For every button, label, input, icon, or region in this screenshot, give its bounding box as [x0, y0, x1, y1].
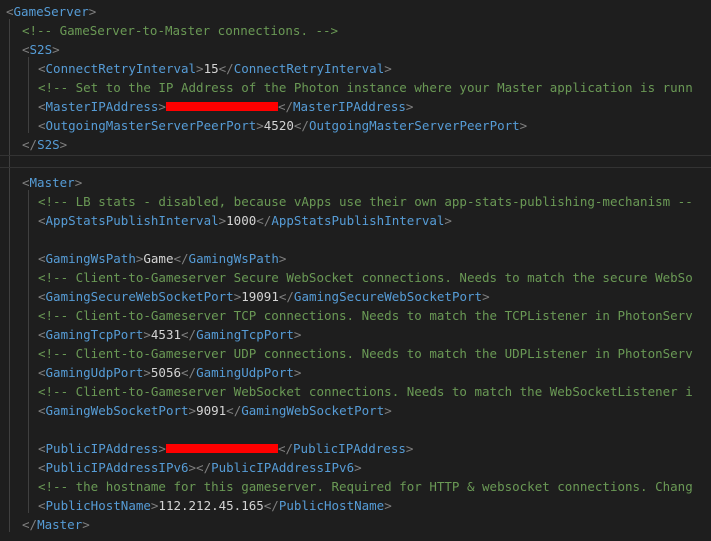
tag-name: ConnectRetryInterval — [233, 61, 385, 76]
element-value: 112.212.45.165 — [158, 498, 264, 513]
comment-text: <!-- the hostname for this gameserver. R… — [38, 479, 693, 494]
comment-text: <!-- Client-to-Gameserver TCP connection… — [38, 308, 693, 323]
code-line-s2s-comment: <!-- GameServer-to-Master connections. -… — [22, 21, 338, 40]
code-line-master-ip-comment: <!-- Set to the IP Address of the Photon… — [38, 78, 693, 97]
code-line-public-ip: <PublicIPAddress> </PublicIPAddress> — [38, 441, 414, 456]
indent-guide — [28, 57, 29, 133]
element-value: 15 — [203, 61, 219, 76]
tag-name: AppStatsPublishInterval — [271, 213, 445, 228]
line-separator — [0, 155, 711, 156]
element-value: 1000 — [226, 213, 257, 228]
line-separator — [0, 167, 711, 168]
element-value: 4520 — [263, 118, 294, 133]
code-line-ws-port: <GamingWebSocketPort>9091</GamingWebSock… — [38, 403, 392, 418]
tag-name: PublicIPAddress — [293, 441, 406, 456]
element-value: 4531 — [150, 327, 182, 342]
indent-guide — [9, 19, 10, 532]
tag-name: S2S — [29, 42, 53, 57]
code-line-master-open: <Master> — [22, 175, 83, 190]
element-value: 5056 — [150, 365, 182, 380]
tag-name: GamingUdpPort — [196, 365, 294, 380]
code-line-s2s-close: </S2S> — [22, 137, 68, 152]
code-line-s2s-open: <S2S> — [22, 42, 60, 57]
comment-text: <!-- Set to the IP Address of the Photon… — [38, 80, 693, 95]
code-line-gameserver-open: <GameServer> — [6, 4, 97, 19]
code-editor[interactable]: <GameServer> <!-- GameServer-to-Master c… — [0, 0, 711, 541]
tag-name: PublicHostName — [45, 498, 151, 513]
tag-name: ConnectRetryInterval — [45, 61, 197, 76]
tag-name: GamingTcpPort — [45, 327, 144, 342]
tag-name: Master — [37, 517, 83, 532]
tag-name: GamingSecureWebSocketPort — [293, 289, 483, 304]
code-line-ws-comment: <!-- Client-to-Gameserver WebSocket conn… — [38, 382, 693, 401]
tag-name: MasterIPAddress — [293, 99, 406, 114]
comment-text: <!-- Client-to-Gameserver WebSocket conn… — [38, 384, 693, 399]
code-line-outgoing-port: <OutgoingMasterServerPeerPort>4520</Outg… — [38, 118, 528, 133]
code-line-udp-port: <GamingUdpPort>5056</GamingUdpPort> — [38, 365, 302, 380]
tag-name: PublicIPAddress — [45, 441, 159, 456]
tag-name: GamingWebSocketPort — [45, 403, 189, 418]
tag-name: MasterIPAddress — [45, 99, 159, 114]
code-line-tcp-port: <GamingTcpPort>4531</GamingTcpPort> — [38, 327, 302, 342]
redaction-bar — [165, 102, 278, 111]
code-line-master-close: </Master> — [22, 517, 90, 532]
code-line-master-ip: <MasterIPAddress> </MasterIPAddress> — [38, 99, 414, 114]
comment-text: <!-- Client-to-Gameserver UDP connection… — [38, 346, 693, 361]
tag-name: PublicIPAddressIPv6 — [45, 460, 189, 475]
code-line-secure-ws-comment: <!-- Client-to-Gameserver Secure WebSock… — [38, 268, 693, 287]
element-value: Game — [143, 251, 174, 266]
tag-name: GamingTcpPort — [196, 327, 294, 342]
indent-guide — [28, 190, 29, 513]
tag-name: GamingWsPath — [188, 251, 279, 266]
comment-text: <!-- LB stats - disabled, because vApps … — [38, 194, 693, 209]
code-line-connect-retry: <ConnectRetryInterval>15</ConnectRetryIn… — [38, 61, 392, 76]
tag-name: PublicHostName — [278, 498, 385, 513]
code-line-lb-stats-comment: <!-- LB stats - disabled, because vApps … — [38, 192, 693, 211]
redaction-bar — [165, 444, 278, 453]
code-line-secure-ws-port: <GamingSecureWebSocketPort>19091</Gaming… — [38, 289, 490, 304]
code-line-app-stats: <AppStatsPublishInterval>1000</AppStatsP… — [38, 213, 452, 228]
tag-name: S2S — [37, 137, 60, 152]
element-value: 9091 — [196, 403, 227, 418]
code-line-public-host: <PublicHostName>112.212.45.165</PublicHo… — [38, 498, 392, 513]
code-line-gaming-ws-path: <GamingWsPath>Game</GamingWsPath> — [38, 251, 287, 266]
tag-name: GamingWebSocketPort — [241, 403, 385, 418]
tag-name: GamingUdpPort — [45, 365, 144, 380]
tag-name: GamingSecureWebSocketPort — [45, 289, 234, 304]
tag-name: GamingWsPath — [45, 251, 136, 266]
tag-name: GameServer — [13, 4, 89, 19]
tag-name: OutgoingMasterServerPeerPort — [45, 118, 257, 133]
tag-name: Master — [29, 175, 75, 190]
tag-name: PublicIPAddressIPv6 — [211, 460, 355, 475]
code-line-hostname-comment: <!-- the hostname for this gameserver. R… — [38, 477, 693, 496]
comment-text: <!-- GameServer-to-Master connections. -… — [22, 23, 339, 38]
code-line-udp-comment: <!-- Client-to-Gameserver UDP connection… — [38, 344, 693, 363]
tag-name: AppStatsPublishInterval — [45, 213, 219, 228]
tag-name: OutgoingMasterServerPeerPort — [308, 118, 520, 133]
code-line-tcp-comment: <!-- Client-to-Gameserver TCP connection… — [38, 306, 693, 325]
comment-text: <!-- Client-to-Gameserver Secure WebSock… — [38, 270, 693, 285]
element-value: 19091 — [241, 289, 279, 304]
code-line-public-ipv6: <PublicIPAddressIPv6></PublicIPAddressIP… — [38, 460, 362, 475]
